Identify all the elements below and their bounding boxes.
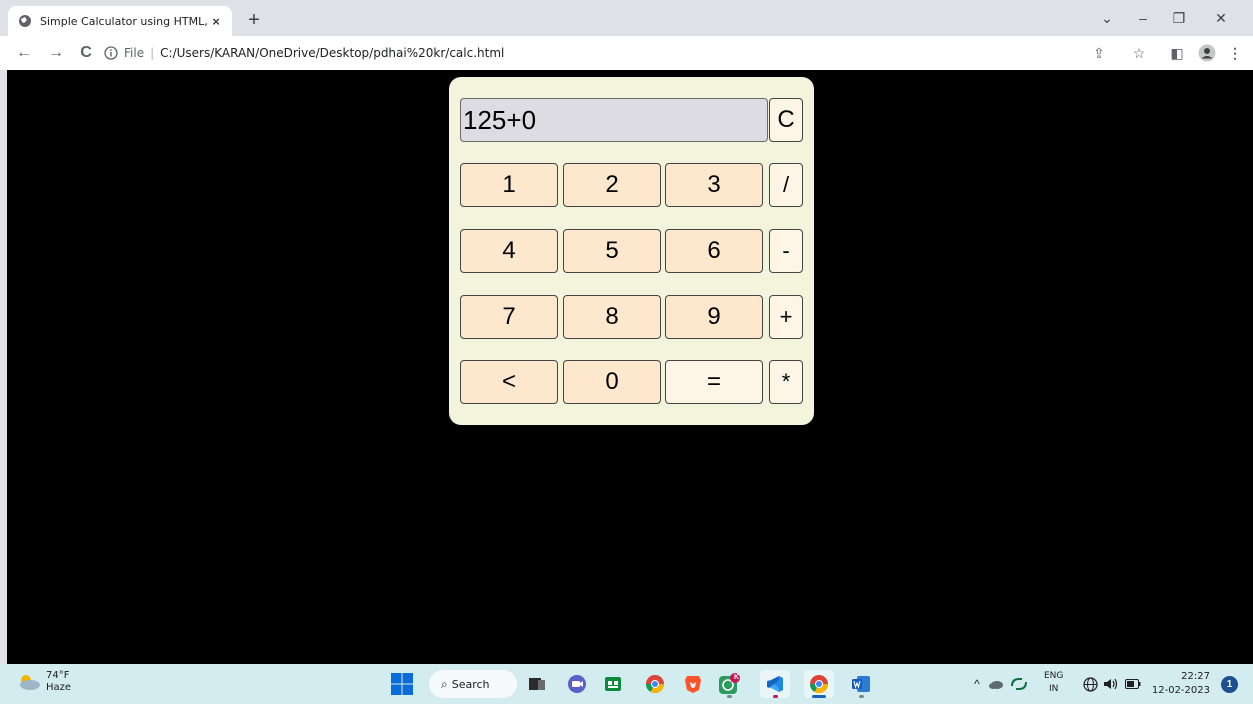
globe-icon	[19, 15, 31, 27]
search-label: Search	[451, 677, 490, 691]
calculator: 125+0 C 1 2 3 / 4 5 6 - 7 8 9 + < 0 = *	[449, 77, 814, 425]
clear-button[interactable]: C	[769, 98, 803, 142]
show-hidden-icons[interactable]: ^	[970, 674, 984, 694]
word-icon[interactable]	[846, 670, 876, 698]
whatsapp-badge: K	[734, 674, 740, 681]
key-5[interactable]: 5	[563, 229, 661, 273]
key-8[interactable]: 8	[563, 295, 661, 339]
key-0[interactable]: 0	[563, 360, 661, 404]
whatsapp-icon[interactable]: K	[714, 670, 744, 698]
chat-icon[interactable]	[562, 670, 592, 698]
running-indicator-active	[773, 695, 778, 698]
store-icon[interactable]	[598, 670, 628, 698]
battery-icon[interactable]	[1124, 674, 1142, 694]
chrome-icon[interactable]	[640, 670, 670, 698]
weather-description: Haze	[46, 682, 72, 693]
key-equals[interactable]: =	[665, 360, 763, 404]
key-multiply[interactable]: *	[769, 360, 803, 404]
running-indicator	[859, 695, 864, 698]
vscode-icon[interactable]	[760, 670, 790, 698]
key-divide[interactable]: /	[769, 163, 803, 207]
calculator-display[interactable]: 125+0	[460, 98, 768, 142]
search-icon: ⌕	[441, 676, 448, 691]
browser-tab[interactable]: Simple Calculator using HTML, C ×	[8, 6, 232, 36]
notification-badge[interactable]: 1	[1221, 676, 1238, 693]
weather-widget[interactable]: 74°F Haze	[16, 670, 71, 694]
tab-search-button[interactable]: ⌄	[1092, 6, 1122, 30]
key-2[interactable]: 2	[563, 163, 661, 207]
close-window-button[interactable]: ✕	[1206, 6, 1236, 30]
language-indicator[interactable]: ENG IN	[1044, 670, 1063, 696]
network-globe-icon[interactable]	[1082, 674, 1098, 694]
file-scheme-label: File	[124, 46, 145, 60]
system-clock[interactable]: 22:27 12-02-2023	[1150, 670, 1210, 698]
key-6[interactable]: 6	[665, 229, 763, 273]
key-add[interactable]: +	[769, 295, 803, 339]
side-panel-icon[interactable]: ◧	[1166, 42, 1188, 64]
weather-haze-icon	[20, 675, 40, 690]
key-subtract[interactable]: -	[769, 229, 803, 273]
brave-icon[interactable]	[678, 670, 708, 698]
key-3[interactable]: 3	[665, 163, 763, 207]
info-icon[interactable]	[104, 46, 118, 60]
chrome-active-icon[interactable]	[804, 670, 834, 698]
taskbar-search[interactable]: ⌕ Search	[429, 670, 517, 698]
key-4[interactable]: 4	[460, 229, 558, 273]
taskbar: 74°F Haze ⌕ Search K ^ ENG IN 22:27 12-0…	[0, 664, 1253, 704]
restore-button[interactable]: ❐	[1164, 6, 1194, 30]
clock-time: 22:27	[1181, 671, 1210, 682]
reload-button[interactable]: C	[74, 41, 98, 65]
sync-icon[interactable]	[1010, 674, 1028, 694]
key-1[interactable]: 1	[460, 163, 558, 207]
address-bar[interactable]: File | C:/Users/KARAN/OneDrive/Desktop/p…	[104, 41, 1144, 65]
profile-icon	[1198, 44, 1216, 62]
key-9[interactable]: 9	[665, 295, 763, 339]
profile-avatar-icon[interactable]	[1196, 42, 1218, 64]
title-bar: Simple Calculator using HTML, C × + ⌄ – …	[0, 0, 1253, 36]
weather-temperature: 74°F	[46, 670, 70, 681]
tab-close-button[interactable]: ×	[208, 13, 224, 29]
windows-start-icon[interactable]	[391, 673, 413, 695]
volume-icon[interactable]	[1102, 674, 1120, 694]
menu-icon[interactable]: ⋮	[1224, 42, 1246, 64]
running-indicator-focused	[812, 695, 826, 698]
address-separator: |	[150, 46, 155, 60]
minimize-button[interactable]: –	[1128, 6, 1158, 30]
key-backspace[interactable]: <	[460, 360, 558, 404]
forward-button[interactable]: →	[44, 41, 68, 65]
running-indicator	[727, 695, 732, 698]
address-url: C:/Users/KARAN/OneDrive/Desktop/pdhai%20…	[160, 46, 505, 60]
task-view-icon[interactable]	[522, 670, 552, 698]
new-tab-button[interactable]: +	[243, 9, 265, 31]
tab-title: Simple Calculator using HTML, C	[40, 14, 208, 28]
share-icon[interactable]: ⇪	[1088, 42, 1110, 64]
bookmark-star-icon[interactable]: ☆	[1128, 42, 1150, 64]
page-viewport: 125+0 C 1 2 3 / 4 5 6 - 7 8 9 + < 0 = *	[7, 70, 1253, 664]
region-code: IN	[1049, 684, 1059, 694]
clock-date: 12-02-2023	[1151, 685, 1210, 696]
key-7[interactable]: 7	[460, 295, 558, 339]
back-button[interactable]: ←	[12, 41, 36, 65]
onedrive-icon[interactable]	[988, 674, 1004, 694]
language-code: ENG	[1044, 671, 1064, 681]
browser-toolbar: ← → C File | C:/Users/KARAN/OneDrive/Des…	[0, 36, 1253, 70]
